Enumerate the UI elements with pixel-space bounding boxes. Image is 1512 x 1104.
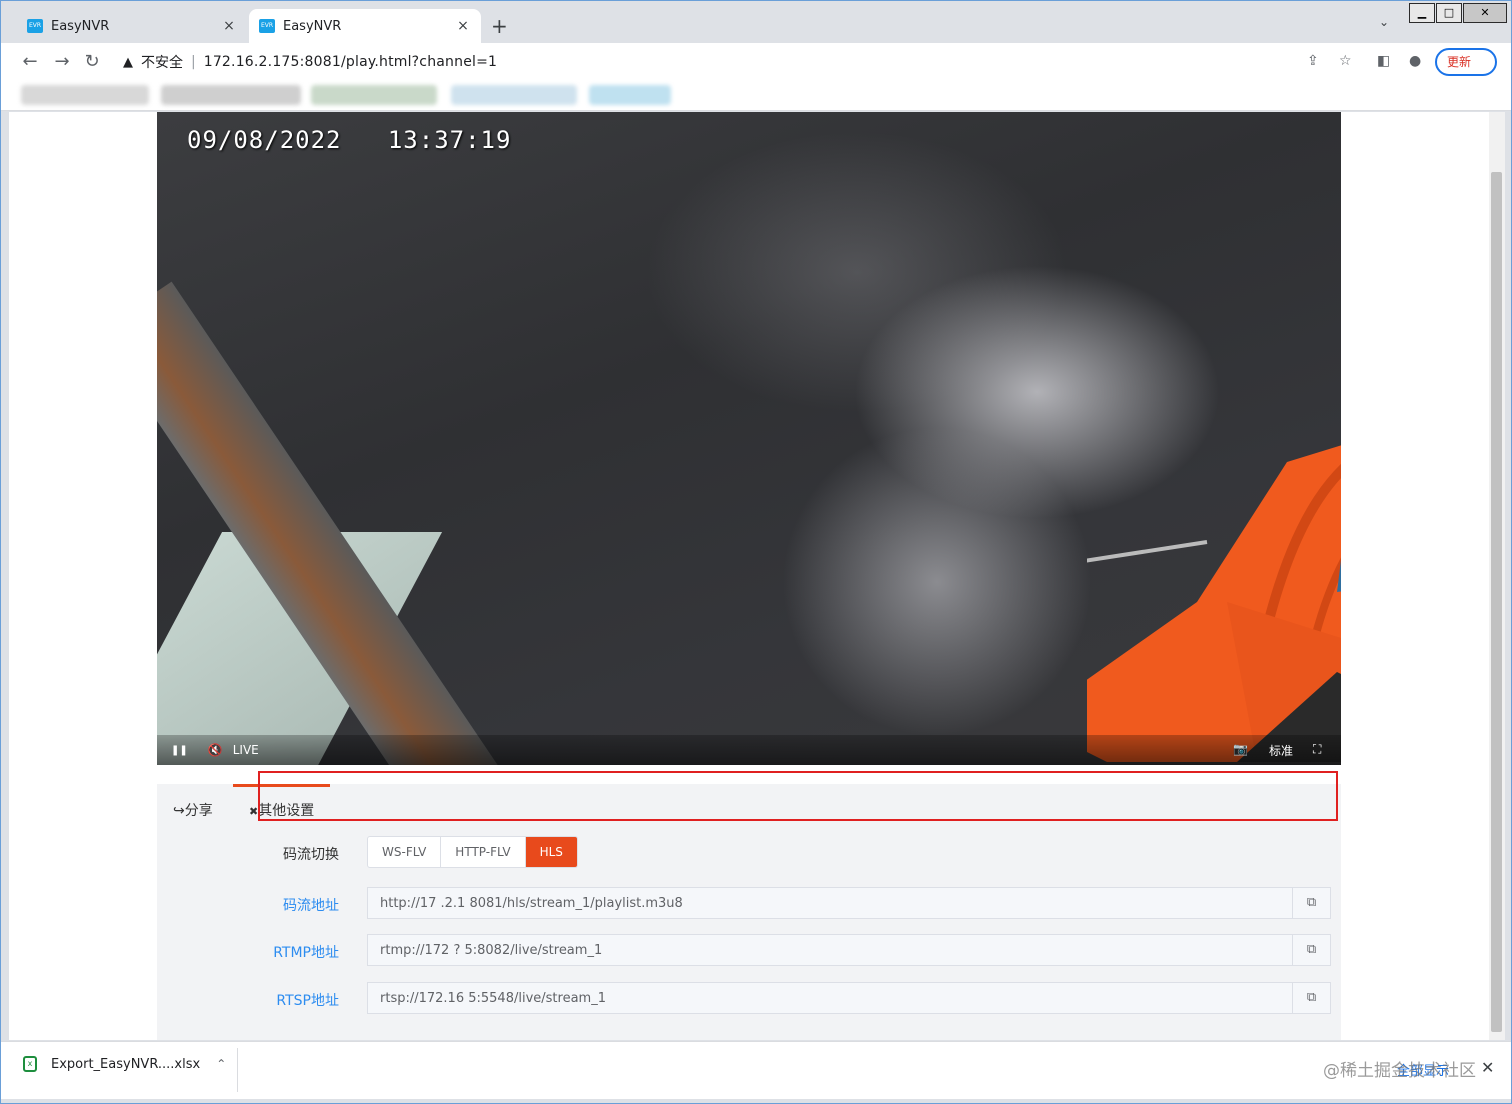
star-icon[interactable]: ☆ [1339,53,1352,69]
window-close-button[interactable]: ✕ [1463,3,1507,23]
warning-icon[interactable]: ▲ [123,55,133,70]
bookmark-item[interactable] [589,85,671,105]
share-arrow-icon: ↪ [173,803,185,819]
stream-switch-label: 码流切换 [283,847,339,863]
reload-icon[interactable]: ↻ [81,51,103,72]
video-player[interactable]: 09/08/2022 13:37:19 ❚❚ 🔇 LIVE 📷 标准 ⛶ [157,112,1341,765]
mute-icon[interactable]: 🔇 [208,743,223,757]
tab-search-chevron-icon[interactable]: ⌄ [1379,15,1389,29]
browser-toolbar: ← → ↻ ▲ 不安全 | 172.16.2.175:8081/play.htm… [1,43,1511,93]
tab-strip: EVR EasyNVR × EVR EasyNVR × + ⌄ ▁ □ ✕ [1,1,1511,43]
video-controls: ❚❚ 🔇 LIVE 📷 标准 ⛶ [157,735,1341,765]
stream-url-highlight-box [258,771,1338,821]
stream-switch: WS-FLV HTTP-FLV HLS [367,836,578,868]
url-text[interactable]: 172.16.2.175:8081/play.html?channel=1 [204,54,497,70]
stream-url-label: 码流地址 [283,898,339,914]
easynvr-favicon-icon: EVR [27,19,43,33]
update-button[interactable]: 更新 ⋮ [1435,48,1497,93]
minimize-button[interactable]: ▁ [1409,3,1435,23]
download-shelf: x Export_EasyNVR....xlsx ⌃ 全部显示 @稀土掘金技术社… [1,1041,1511,1099]
bookmark-item[interactable] [311,85,437,105]
copy-icon[interactable]: ⧉ [1292,935,1330,965]
video-timestamp: 09/08/2022 13:37:19 [187,126,512,154]
live-label: LIVE [232,743,259,757]
tab-easynvr-1[interactable]: EVR EasyNVR × [17,9,247,43]
rtmp-url-value[interactable]: rtmp://172 ? 5:8082/live/stream_1 [368,943,1292,958]
tab-easynvr-2[interactable]: EVR EasyNVR × [249,9,481,43]
maximize-button[interactable]: □ [1436,3,1462,23]
update-label: 更新 [1447,55,1472,69]
rtsp-url-value[interactable]: rtsp://172.16 5:5548/live/stream_1 [368,991,1292,1006]
close-icon[interactable]: ✕ [1481,1058,1494,1077]
forward-icon[interactable]: → [51,51,73,72]
spreadsheet-file-icon: x [23,1056,37,1072]
watermark: @稀土掘金技术社区 [1323,1061,1476,1081]
scroll-thumb[interactable] [1491,172,1502,1032]
quality-selector[interactable]: 标准 [1269,742,1293,759]
copy-icon[interactable]: ⧉ [1292,983,1330,1013]
http-flv-button[interactable]: HTTP-FLV [441,837,526,867]
tab-title: EasyNVR [51,18,110,34]
new-tab-button[interactable]: + [491,14,508,38]
stream-url-value[interactable]: http://17 .2.1 8081/hls/stream_1/playlis… [368,896,1292,911]
camera-icon[interactable]: 📷 [1233,742,1248,756]
divider [237,1048,238,1092]
close-icon[interactable]: × [221,18,237,34]
video-scene-machine [1087,445,1341,762]
settings-panel: ↪分享 ✖其他设置 码流切换 WS-FLV HTTP-FLV HLS 码流地址 … [157,784,1341,1040]
pause-icon[interactable]: ❚❚ [171,745,188,756]
download-item[interactable]: x Export_EasyNVR....xlsx ⌃ [23,1056,226,1072]
chevron-up-icon[interactable]: ⌃ [216,1057,226,1071]
hls-button[interactable]: HLS [525,837,577,867]
rtsp-url-field[interactable]: rtsp://172.16 5:5548/live/stream_1 ⧉ [367,982,1331,1014]
easynvr-favicon-icon: EVR [259,19,275,33]
copy-icon[interactable]: ⧉ [1292,888,1330,918]
profile-icon[interactable]: ● [1409,53,1421,69]
tab-share-label: 分享 [184,803,213,819]
address-bar[interactable]: ▲ 不安全 | 172.16.2.175:8081/play.html?chan… [113,47,1363,77]
browser-window: EVR EasyNVR × EVR EasyNVR × + ⌄ ▁ □ ✕ ← … [0,0,1512,1104]
rtmp-url-field[interactable]: rtmp://172 ? 5:8082/live/stream_1 ⧉ [367,934,1331,966]
page-content: 09/08/2022 13:37:19 ❚❚ 🔇 LIVE 📷 标准 ⛶ ↪分享… [9,112,1489,1040]
stream-url-field[interactable]: http://17 .2.1 8081/hls/stream_1/playlis… [367,887,1331,919]
bookmark-item[interactable] [21,85,149,105]
rtsp-url-label: RTSP地址 [276,993,339,1009]
rtmp-url-label: RTMP地址 [273,945,339,961]
close-icon[interactable]: × [455,18,471,34]
ws-flv-button[interactable]: WS-FLV [368,837,442,867]
divider: | [191,54,196,70]
fullscreen-icon[interactable]: ⛶ [1313,742,1321,757]
back-icon[interactable]: ← [19,51,41,72]
security-label[interactable]: 不安全 [141,52,183,72]
download-file-name: Export_EasyNVR....xlsx [51,1056,201,1072]
side-panel-icon[interactable]: ◧ [1377,53,1390,69]
bookmark-item[interactable] [451,85,577,105]
share-icon[interactable]: ⇪ [1307,53,1319,69]
page-scrollbar[interactable] [1489,112,1505,1040]
tab-title: EasyNVR [283,18,342,34]
tab-share[interactable]: ↪分享 [173,800,213,820]
bookmark-item[interactable] [161,85,301,105]
settings-cross-icon: ✖ [249,805,259,818]
bookmarks-bar [1,81,1511,111]
